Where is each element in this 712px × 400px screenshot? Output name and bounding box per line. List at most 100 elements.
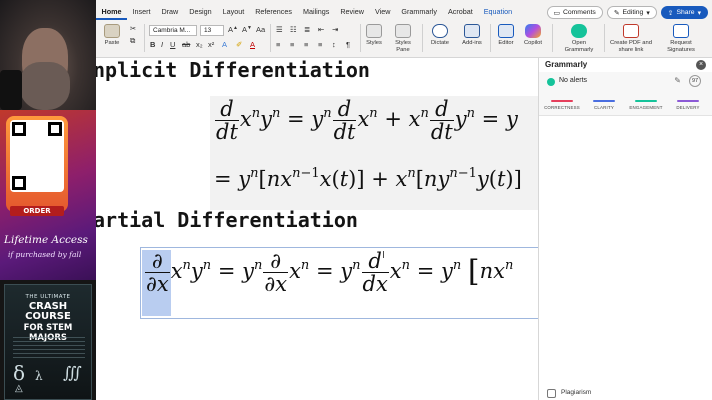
styles-label: Styles [366, 40, 382, 46]
editor-icon [498, 24, 514, 38]
grammarly-title: Grammarly [545, 60, 588, 69]
tab-insert[interactable]: Insert [127, 4, 156, 20]
grow-font-icon[interactable]: A▲ [228, 25, 238, 34]
share-label: Share [676, 9, 695, 16]
paste-button[interactable]: Paste [104, 24, 120, 47]
editing-label: Editing [622, 9, 644, 16]
open-grammarly-button[interactable]: Open Grammarly [558, 24, 600, 53]
editor-button[interactable]: Editor [494, 24, 518, 47]
decrease-indent-icon[interactable]: ⇤ [318, 25, 324, 34]
performance-score[interactable]: 97 [689, 75, 701, 87]
strikethrough-icon[interactable]: ab [182, 40, 190, 49]
underline-icon[interactable]: U [170, 40, 175, 49]
chevron-down-icon: ▾ [697, 9, 701, 17]
purchase-condition-text: if purchased by fall [8, 250, 82, 259]
integral-icon: ∭ [63, 363, 82, 382]
cut-icon[interactable]: ✂ [130, 24, 136, 33]
shrink-font-icon[interactable]: A▼ [242, 25, 252, 34]
editing-mode-button[interactable]: ✎ Editing ▾ [606, 6, 657, 19]
document-page[interactable]: nplicit Differentiation d dt xnyn = yn d dt x… [96, 58, 538, 400]
chevron-down-icon: ▾ [646, 9, 650, 17]
comment-icon: ▭ [553, 9, 560, 17]
order-promo[interactable]: ORDER Lifetime Access if purchased by fa… [0, 110, 96, 280]
order-label: ORDER [10, 206, 64, 216]
font-color-icon[interactable]: A [250, 40, 255, 49]
lambda-icon: λ [35, 369, 43, 383]
styles-pane-button[interactable]: Styles Pane [390, 24, 416, 53]
highlight-icon[interactable]: ✐ [236, 40, 242, 49]
tab-acrobat[interactable]: Acrobat [442, 4, 478, 20]
tab-design[interactable]: Design [184, 4, 217, 20]
close-icon[interactable]: × [696, 60, 706, 70]
plagiarism-button[interactable]: Plagiarism [561, 389, 591, 396]
clarity-bar [593, 100, 615, 102]
share-button[interactable]: ⇪ Share ▾ [660, 6, 708, 19]
heading-implicit-differentiation: nplicit Differentiation [96, 58, 370, 82]
open-grammarly-label: Open Grammarly [564, 40, 594, 53]
equation-implicit-line2[interactable]: = yn[nxn−1x(t)] + xn[nyn−1y(t)] [214, 166, 522, 191]
tab-review[interactable]: Review [335, 4, 370, 20]
category-delivery[interactable]: DELIVERY [669, 100, 707, 110]
qr-code-frame [6, 116, 68, 212]
bullets-icon[interactable]: ☰ [276, 25, 283, 34]
category-label: ENGAGEMENT [629, 105, 663, 110]
subscript-icon[interactable]: x₂ [196, 40, 203, 49]
tab-home[interactable]: Home [96, 4, 127, 20]
alerts-status: No alerts [559, 77, 588, 84]
clipboard-icon [104, 24, 120, 38]
font-name-select[interactable]: Cambria M... [149, 25, 197, 36]
screen: ORDER Lifetime Access if purchased by fa… [0, 0, 712, 400]
multilevel-list-icon[interactable]: ≣ [304, 25, 310, 34]
goals-icon[interactable]: ✎ [674, 76, 681, 85]
bold-icon[interactable]: B [150, 40, 155, 49]
request-signatures-button[interactable]: Request Signatures [658, 24, 704, 53]
plagiarism-icon [547, 389, 556, 398]
tab-draw[interactable]: Draw [156, 4, 184, 20]
webcam-feed [0, 0, 96, 110]
font-case-icon[interactable]: Aa [256, 25, 265, 34]
tab-grammarly[interactable]: Grammarly [396, 4, 443, 20]
ribbon-toolbar: Paste ✂ ⧉ Cambria M... 13 A▲ A▼ Aa B I U… [96, 20, 712, 56]
book-promo[interactable]: THE ULTIMATE CRASH COURSE FOR STEM MAJOR… [0, 280, 96, 400]
comments-button[interactable]: ▭ Comments [546, 6, 603, 19]
tab-references[interactable]: References [250, 4, 298, 20]
increase-indent-icon[interactable]: ⇥ [332, 25, 338, 34]
justify-icon[interactable]: ≡ [318, 40, 322, 49]
equation-implicit-line1[interactable]: d dt xnyn = yn d dt xn + xn d dt yn = y [214, 98, 518, 143]
request-signatures-label: Request Signatures [667, 40, 695, 53]
heading-partial-differentiation: artial Differentiation [96, 208, 358, 232]
grammarly-icon [571, 24, 587, 38]
paragraph-mark-icon[interactable]: ¶ [346, 40, 350, 49]
equation-partial[interactable]: ∂ ∂x xnyn = yn ∂ ∂x xn = yn d dx xn = yn [nxn [144, 250, 513, 295]
pencil-icon: ✎ [613, 9, 620, 17]
line-spacing-icon[interactable]: ↕ [332, 40, 336, 49]
add-ins-button[interactable]: Add-ins [458, 24, 486, 47]
tab-layout[interactable]: Layout [217, 4, 250, 20]
category-clarity[interactable]: CLARITY [585, 100, 623, 110]
tab-view[interactable]: View [369, 4, 395, 20]
text-effects-icon[interactable]: A [222, 40, 227, 49]
dictate-button[interactable]: Dictate [426, 24, 454, 47]
triangle-icon: ◬ [15, 383, 23, 394]
check-icon [547, 78, 555, 86]
align-left-icon[interactable]: ≡ [276, 40, 280, 49]
tab-mailings[interactable]: Mailings [297, 4, 334, 20]
book-cover: THE ULTIMATE CRASH COURSE FOR STEM MAJOR… [4, 284, 92, 400]
category-correctness[interactable]: CORRECTNESS [543, 100, 581, 110]
category-label: CLARITY [594, 105, 614, 110]
align-center-icon[interactable]: ≡ [290, 40, 294, 49]
copilot-button[interactable]: Copilot [520, 24, 546, 47]
numbering-icon[interactable]: ☷ [290, 25, 297, 34]
superscript-icon[interactable]: x² [208, 40, 214, 49]
create-pdf-button[interactable]: Create PDF and share link [606, 24, 656, 53]
copy-icon[interactable]: ⧉ [130, 36, 135, 46]
qr-code[interactable] [10, 120, 64, 192]
tab-equation[interactable]: Equation [478, 4, 517, 20]
category-engagement[interactable]: ENGAGEMENT [627, 100, 665, 110]
italic-icon[interactable]: I [161, 40, 163, 49]
styles-button[interactable]: Styles [366, 24, 382, 47]
font-size-select[interactable]: 13 [200, 25, 224, 36]
microphone-icon [432, 24, 448, 38]
comments-label: Comments [562, 9, 596, 16]
align-right-icon[interactable]: ≡ [304, 40, 308, 49]
